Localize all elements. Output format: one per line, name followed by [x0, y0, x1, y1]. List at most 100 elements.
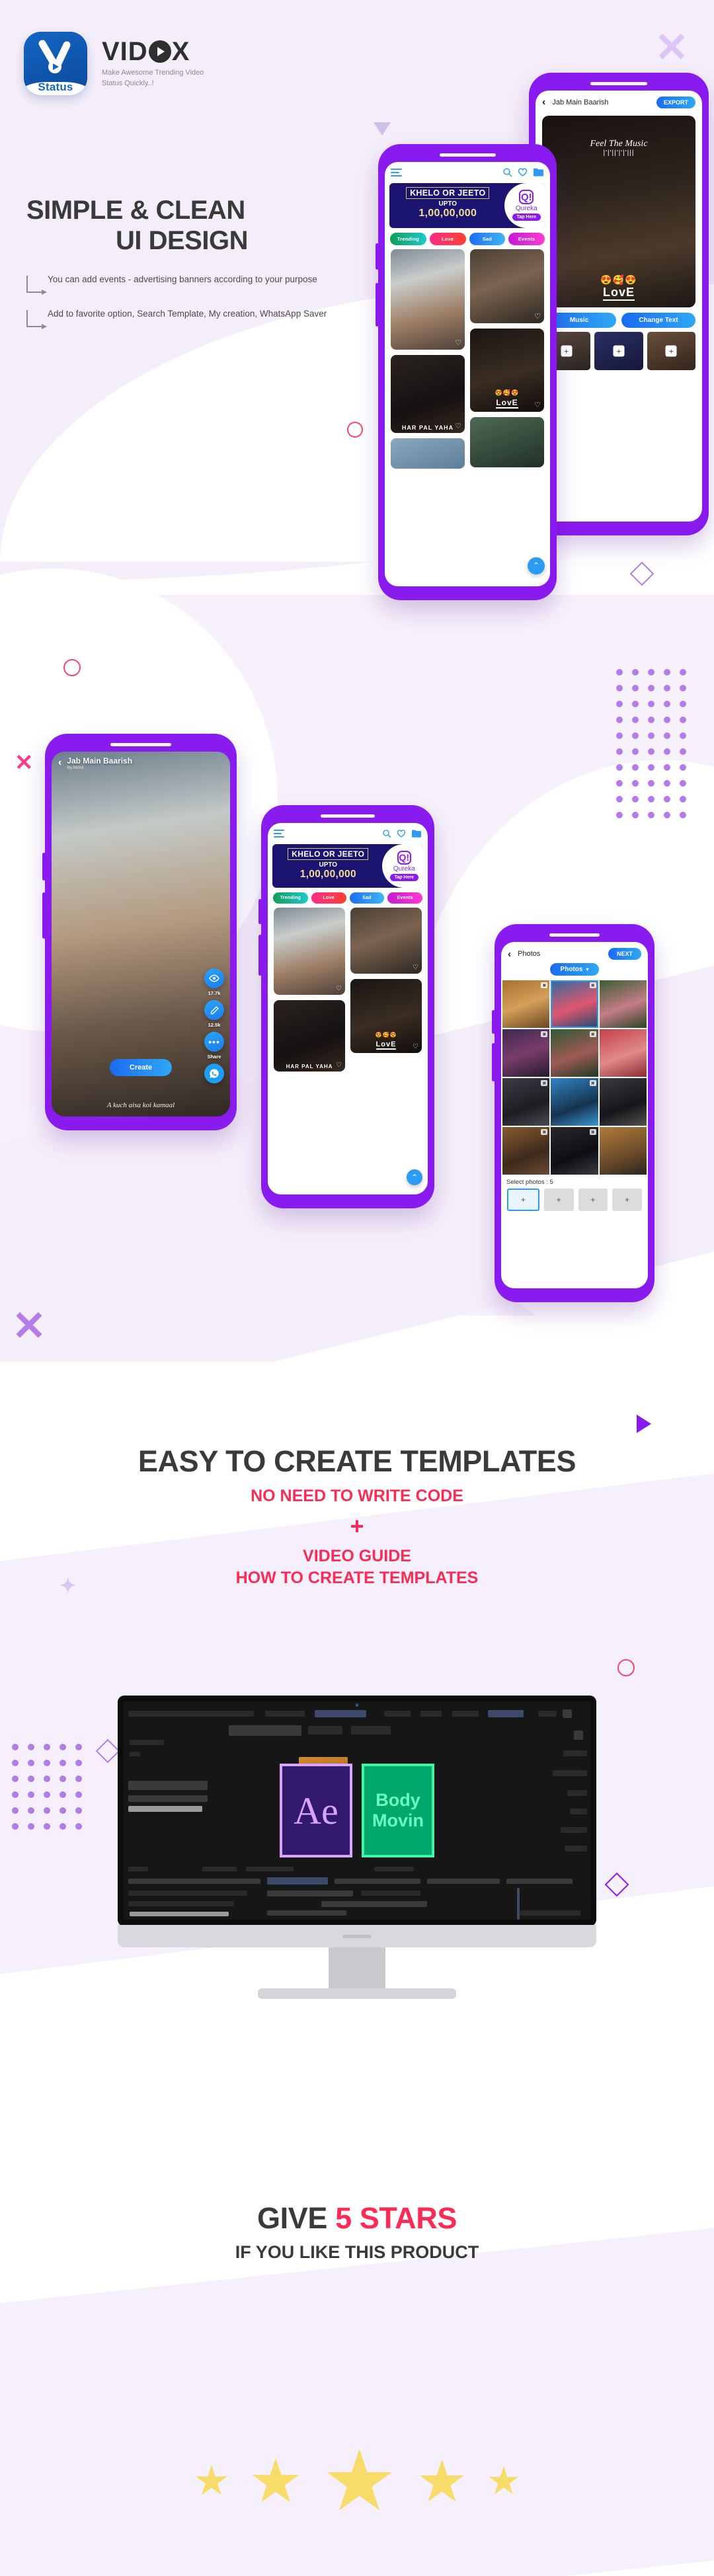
folder-icon[interactable]: [411, 829, 422, 838]
plus-icon[interactable]: +: [613, 345, 625, 357]
chip-trending[interactable]: Trending: [390, 232, 426, 245]
play-icon: [148, 40, 171, 63]
tap-here-button[interactable]: Tap Here: [512, 214, 541, 221]
create-button[interactable]: Create: [109, 1059, 173, 1077]
folder-icon[interactable]: [533, 167, 544, 177]
monitor-bezel-bottom: [118, 1925, 596, 1947]
photo-cell-selected[interactable]: ▣: [551, 980, 598, 1028]
chip-events[interactable]: Events: [508, 232, 545, 245]
phone-side-button: [42, 892, 46, 939]
sponsor-name: Qureka: [515, 205, 537, 212]
template-card[interactable]: 😍🥰😍 LovE ♡: [350, 978, 422, 1053]
brand-text-block: VID X Make Awesome Trending Video Status…: [102, 38, 204, 89]
photos-source-dropdown[interactable]: Photos ▾: [549, 963, 600, 976]
thumbnail-slot[interactable]: +: [594, 332, 643, 370]
heart-icon[interactable]: [518, 167, 528, 177]
template-card[interactable]: ♡: [350, 907, 422, 974]
pencil-icon[interactable]: [204, 1000, 224, 1021]
chip-sad[interactable]: Sad: [469, 232, 506, 245]
photo-cell[interactable]: ▣: [551, 1029, 598, 1077]
promo-banner[interactable]: KHELO OR JEETO UPTO 1,00,00,000 Q! Qurek…: [389, 182, 545, 228]
photos-title: Photos: [518, 950, 541, 958]
heart-icon[interactable]: ♡: [534, 401, 541, 409]
template-card[interactable]: HAR PAL YAHA ♡: [274, 999, 345, 1072]
template-card[interactable]: ♡: [391, 249, 465, 350]
heart-icon[interactable]: [397, 829, 406, 838]
whatsapp-icon[interactable]: [204, 1064, 224, 1084]
heart-icon[interactable]: ♡: [336, 985, 342, 992]
chip-sad[interactable]: Sad: [349, 892, 385, 904]
chip-trending[interactable]: Trending: [273, 892, 308, 904]
thumbnail-slot[interactable]: +: [647, 332, 695, 370]
photo-cell[interactable]: [599, 1029, 647, 1077]
hero-headline-line1: SIMPLE & CLEAN: [26, 196, 245, 225]
hamburger-icon[interactable]: [391, 167, 402, 178]
image-icon: ▣: [541, 1080, 548, 1086]
hamburger-icon[interactable]: [274, 828, 284, 839]
heart-icon[interactable]: ♡: [336, 1062, 342, 1069]
star-icon-1[interactable]: ★: [193, 2461, 230, 2502]
photo-cell[interactable]: [599, 980, 647, 1028]
photo-cell[interactable]: ▣: [502, 980, 550, 1028]
heart-icon[interactable]: ♡: [534, 312, 541, 321]
card-love-overlay: 😍🥰😍 LovE: [350, 1032, 422, 1050]
phone-home-mid: KHELO OR JEETO UPTO 1,00,00,000 Q! Qurek…: [258, 805, 434, 1208]
change-text-button[interactable]: Change Text: [621, 313, 695, 328]
template-card[interactable]: 😍🥰😍 LovE ♡: [470, 328, 544, 412]
photo-cell[interactable]: ▣: [551, 1078, 598, 1126]
card-love-overlay: 😍🥰😍 LovE: [470, 389, 544, 409]
photo-cell[interactable]: ▣: [502, 1127, 550, 1175]
photo-slot[interactable]: +: [578, 1189, 608, 1211]
tap-here-button[interactable]: Tap Here: [389, 873, 418, 881]
photo-cell[interactable]: [599, 1078, 647, 1126]
image-icon: ▣: [589, 1080, 596, 1086]
back-arrow-icon[interactable]: ‹: [58, 757, 61, 769]
hero-bullet-list: You can add events - advertising banners…: [26, 273, 337, 329]
share-label: Share: [207, 1054, 221, 1060]
star-icon-5[interactable]: ★: [487, 2462, 521, 2501]
star-icon-4[interactable]: ★: [416, 2452, 468, 2511]
photo-slot[interactable]: +: [543, 1189, 574, 1211]
photo-slot[interactable]: +: [612, 1189, 642, 1211]
star-icon-2[interactable]: ★: [249, 2451, 303, 2512]
template-card[interactable]: ♡: [470, 249, 544, 323]
circle-outline-right: [617, 1659, 635, 1676]
chip-love[interactable]: Love: [429, 232, 466, 245]
heart-icon[interactable]: ♡: [413, 964, 418, 971]
brand-title-part1: VID: [102, 36, 148, 66]
chip-events[interactable]: Events: [387, 892, 422, 904]
template-card[interactable]: [470, 416, 544, 467]
overlay-bars: |'|'||'|'|'|||: [603, 149, 635, 157]
plus-icon[interactable]: +: [561, 345, 573, 357]
photo-cell[interactable]: [599, 1127, 647, 1175]
scroll-top-fab[interactable]: ⌃: [407, 1169, 422, 1185]
plus-icon[interactable]: +: [665, 345, 677, 357]
export-button[interactable]: EXPORT: [656, 97, 695, 108]
x-decoration-phone-left: ✕: [15, 750, 34, 775]
template-card[interactable]: [391, 438, 465, 469]
template-card[interactable]: ♡: [274, 907, 345, 995]
photo-cell[interactable]: ▣: [502, 1029, 550, 1077]
hero-headline-line2: UI DESIGN: [116, 226, 248, 255]
search-icon[interactable]: [382, 829, 391, 838]
photo-cell[interactable]: ▣: [502, 1078, 550, 1126]
scroll-top-fab[interactable]: ⌃: [528, 557, 545, 574]
eye-icon[interactable]: [204, 968, 224, 989]
promo-banner[interactable]: KHELO OR JEETO UPTO 1,00,00,000 Q! Qurek…: [272, 843, 423, 888]
star-icon-3[interactable]: ★: [321, 2439, 397, 2524]
templates-how-line: HOW TO CREATE TEMPLATES: [235, 1569, 479, 1587]
back-arrow-icon[interactable]: ‹: [542, 97, 545, 108]
heart-icon[interactable]: ♡: [413, 1043, 418, 1050]
dots-icon[interactable]: •••: [204, 1032, 224, 1052]
photo-slot-active[interactable]: +: [507, 1189, 539, 1211]
heart-icon[interactable]: ♡: [455, 338, 461, 347]
editor-preview[interactable]: Feel The Music |'|'||'|'|'||| 😍🥰😍 LovE: [542, 116, 695, 307]
template-card[interactable]: HAR PAL YAHA ♡: [391, 354, 465, 433]
back-arrow-icon[interactable]: ‹: [508, 949, 511, 960]
search-icon[interactable]: [502, 167, 512, 177]
next-button[interactable]: NEXT: [608, 948, 641, 960]
templates-video-guide-line: VIDEO GUIDE: [303, 1547, 411, 1565]
heart-icon[interactable]: ♡: [455, 422, 461, 430]
chip-love[interactable]: Love: [311, 892, 346, 904]
photo-cell[interactable]: ▣: [551, 1127, 598, 1175]
